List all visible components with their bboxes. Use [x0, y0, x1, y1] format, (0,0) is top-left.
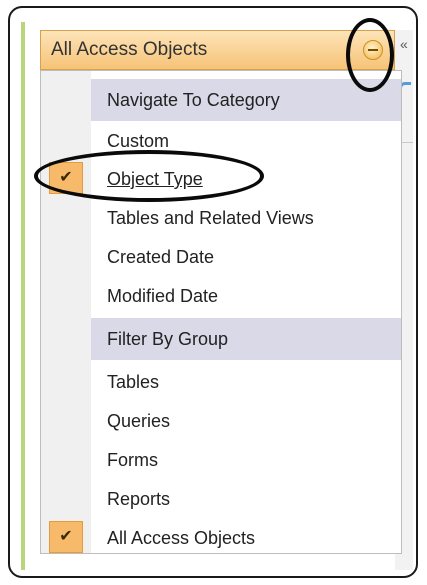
menu-item-forms[interactable]: Forms: [91, 443, 401, 477]
menu-item-label: Custom: [107, 131, 170, 151]
menu-item-label: Created Date: [107, 247, 215, 267]
navigation-pane-title: All Access Objects: [51, 39, 208, 60]
menu-item-tables[interactable]: Tables: [91, 365, 401, 399]
menu-item-tables-and-related-views[interactable]: Tables and Related Views: [91, 201, 401, 235]
menu-item-label: Tables and Related Views: [107, 208, 314, 228]
menu-item-created-date[interactable]: Created Date: [91, 240, 401, 274]
menu-item-label: Tables: [107, 372, 160, 392]
annotation-ellipse-object-type: [34, 150, 264, 202]
pane-edge-accent: [21, 22, 25, 570]
navigation-menu: Navigate To Category Custom ✔ Object Typ…: [40, 70, 402, 554]
shutter-bar-close-icon[interactable]: «: [400, 36, 408, 52]
navigation-pane-header[interactable]: All Access Objects: [40, 30, 395, 70]
menu-item-modified-date[interactable]: Modified Date: [91, 279, 401, 313]
menu-category-header-navigate: Navigate To Category: [91, 79, 401, 121]
menu-item-label: All Access Objects: [107, 528, 256, 548]
menu-item-label: Reports: [107, 489, 171, 509]
menu-item-label: Modified Date: [107, 286, 219, 306]
annotation-ellipse-dropdown: [346, 18, 394, 92]
menu-item-reports[interactable]: Reports: [91, 482, 401, 516]
menu-item-label: Forms: [107, 450, 158, 470]
menu-item-all-access-objects[interactable]: All Access Objects: [91, 521, 401, 555]
menu-item-queries[interactable]: Queries: [91, 404, 401, 438]
checkmark-icon: ✔: [49, 521, 83, 553]
menu-item-label: Queries: [107, 411, 171, 431]
menu-category-header-filter: Filter By Group: [91, 318, 401, 360]
menu-icon-column: [41, 71, 91, 553]
